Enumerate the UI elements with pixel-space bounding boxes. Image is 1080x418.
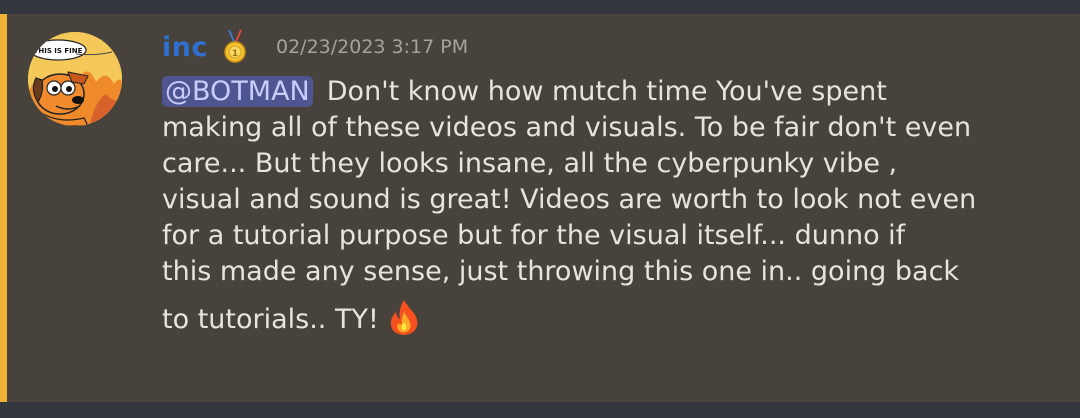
avatar[interactable]: THIS IS FINE [28, 32, 122, 126]
mention-highlight-bar [0, 14, 7, 402]
message-line: this made any sense, just throwing this … [162, 256, 960, 287]
svg-text:1: 1 [232, 49, 238, 59]
message-header: inc 1 02/23/2023 3:17 PM [162, 30, 468, 64]
message-line: to tutorials.. TY! [162, 298, 1062, 338]
author-name[interactable]: inc [162, 32, 208, 63]
message-content: @BOTMAN Don't know how mutch time You've … [162, 74, 1062, 338]
chat-message[interactable]: THIS IS FINE inc 1 02/23/2023 3:17 PM @B… [0, 14, 1080, 402]
chat-divider-bottom [0, 402, 1080, 418]
message-line: care... But they looks insane, all the c… [162, 148, 898, 179]
message-line-text: Don't know how mutch time You've spent [326, 76, 887, 107]
message-line: visual and sound is great! Videos are wo… [162, 184, 977, 215]
avatar-speech-text: THIS IS FINE [34, 47, 83, 55]
message-line: making all of these videos and visuals. … [162, 112, 972, 143]
chat-divider-top [0, 0, 1080, 14]
message-line-text: to tutorials.. TY! [162, 304, 379, 335]
message-line: @BOTMAN Don't know how mutch time You've … [162, 74, 1062, 110]
medal-icon: 1 [222, 30, 248, 64]
this-is-fine-dog-avatar-icon: THIS IS FINE [28, 32, 122, 126]
message-line: for a tutorial purpose but for the visua… [162, 220, 906, 251]
fire-icon [387, 298, 421, 336]
user-mention[interactable]: @BOTMAN [162, 76, 313, 107]
message-timestamp: 02/23/2023 3:17 PM [275, 36, 469, 58]
